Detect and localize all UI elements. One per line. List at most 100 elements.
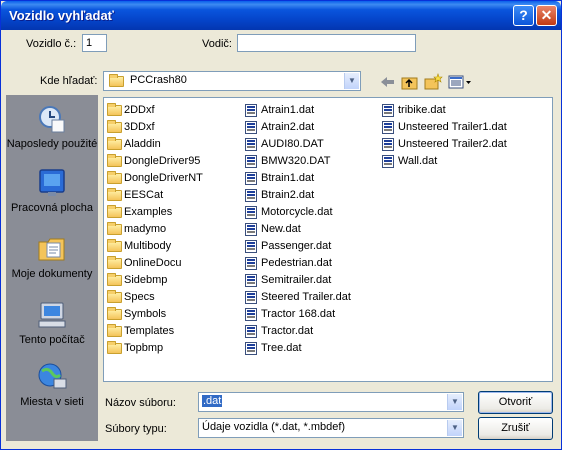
file-item[interactable]: BMW320.DAT — [243, 153, 351, 170]
folder-item[interactable]: Topbmp — [106, 340, 203, 357]
help-button[interactable]: ? — [513, 5, 534, 26]
item-label: Topbmp — [124, 342, 164, 354]
chevron-down-icon[interactable]: ▼ — [447, 420, 462, 436]
dat-file-icon — [245, 308, 257, 321]
file-item[interactable]: tribike.dat — [380, 102, 507, 119]
folder-item[interactable]: Multibody — [106, 238, 203, 255]
file-item[interactable]: Tractor 168.dat — [243, 306, 351, 323]
view-menu-button[interactable] — [447, 73, 473, 91]
folder-icon — [109, 74, 124, 87]
folder-item[interactable]: Templates — [106, 323, 203, 340]
place-my-documents[interactable]: Moje dokumenty — [6, 233, 98, 280]
chevron-down-icon[interactable]: ▼ — [447, 394, 462, 410]
file-item[interactable]: Atrain2.dat — [243, 119, 351, 136]
item-label: Wall.dat — [398, 155, 438, 167]
cancel-button[interactable]: Zrušiť — [478, 417, 553, 440]
new-folder-button[interactable] — [423, 73, 443, 91]
desktop-icon — [36, 167, 68, 199]
file-item[interactable]: Wall.dat — [380, 153, 507, 170]
file-item[interactable]: Passenger.dat — [243, 238, 351, 255]
item-label: Templates — [124, 325, 175, 337]
vehicle-number-field[interactable]: 1 — [82, 34, 107, 52]
folder-item[interactable]: 2DDxf — [106, 102, 203, 119]
file-item[interactable]: New.dat — [243, 221, 351, 238]
driver-label: Vodič: — [202, 38, 232, 50]
file-item[interactable]: Tree.dat — [243, 340, 351, 357]
folder-item[interactable]: EESCat — [106, 187, 203, 204]
file-item[interactable]: Btrain1.dat — [243, 170, 351, 187]
file-item[interactable]: Unsteered Trailer2.dat — [380, 136, 507, 153]
folder-icon — [107, 137, 122, 150]
folder-item[interactable]: Aladdin — [106, 136, 203, 153]
folder-item[interactable]: DongleDriverNT — [106, 170, 203, 187]
item-label: madymo — [124, 223, 167, 235]
place-network[interactable]: Miesta v sieti — [6, 361, 98, 408]
item-label: Semitrailer.dat — [261, 274, 332, 286]
place-recent[interactable]: Naposledy použité — [6, 103, 98, 150]
item-label: AUDI80.DAT — [261, 138, 324, 150]
item-label: Symbols — [124, 308, 167, 320]
new-folder-icon — [424, 73, 443, 90]
folder-item[interactable]: Examples — [106, 204, 203, 221]
dat-file-icon — [245, 206, 257, 219]
folder-icon — [107, 341, 122, 354]
dat-file-icon — [245, 274, 257, 287]
chevron-down-icon[interactable]: ▼ — [344, 73, 359, 89]
dat-file-icon — [245, 223, 257, 236]
dat-file-icon — [245, 155, 257, 168]
dat-file-icon — [245, 240, 257, 253]
up-folder-button[interactable] — [400, 73, 420, 91]
item-label: EESCat — [124, 189, 164, 201]
folder-item[interactable]: Specs — [106, 289, 203, 306]
item-label: Unsteered Trailer2.dat — [398, 138, 507, 150]
title-bar[interactable]: Vozidlo vyhľadať ? ✕ — [1, 1, 561, 30]
place-my-computer[interactable]: Tento počítač — [6, 299, 98, 346]
item-label: Pedestrian.dat — [261, 257, 332, 269]
file-item[interactable]: Motorcycle.dat — [243, 204, 351, 221]
back-button[interactable] — [377, 73, 397, 91]
file-item[interactable]: Semitrailer.dat — [243, 272, 351, 289]
place-label: Naposledy použité — [6, 138, 98, 150]
item-label: Examples — [124, 206, 173, 218]
file-name-value[interactable]: .dat — [202, 395, 223, 407]
file-list[interactable]: 2DDxf 3DDxf Aladdin DongleDriver95 DongleDri… — [103, 97, 553, 382]
folder-item[interactable]: OnlineDocu — [106, 255, 203, 272]
dat-file-icon — [245, 342, 257, 355]
dat-file-icon — [382, 155, 394, 168]
item-label: Aladdin — [124, 138, 161, 150]
folder-item[interactable]: DongleDriver95 — [106, 153, 203, 170]
look-in-combo[interactable]: PCCrash80 ▼ — [103, 71, 361, 91]
item-label: Sidebmp — [124, 274, 168, 286]
dat-file-icon — [245, 325, 257, 338]
dat-file-icon — [245, 121, 257, 134]
item-label: OnlineDocu — [124, 257, 182, 269]
my-documents-icon — [36, 233, 68, 265]
driver-field[interactable] — [237, 34, 416, 52]
item-label: Specs — [124, 291, 155, 303]
vehicle-number-label: Vozidlo č.: — [26, 38, 77, 50]
file-type-combo[interactable]: Údaje vozidla (*.dat, *.mbdef) ▼ — [198, 418, 464, 438]
folder-icon — [107, 103, 122, 116]
file-item[interactable]: Tractor.dat — [243, 323, 351, 340]
dat-file-icon — [245, 138, 257, 151]
folder-item[interactable]: Sidebmp — [106, 272, 203, 289]
file-item[interactable]: Unsteered Trailer1.dat — [380, 119, 507, 136]
item-label: Motorcycle.dat — [261, 206, 333, 218]
file-item[interactable]: Atrain1.dat — [243, 102, 351, 119]
open-button[interactable]: Otvoriť — [478, 391, 553, 414]
folder-icon — [107, 188, 122, 201]
folder-item[interactable]: madymo — [106, 221, 203, 238]
folder-item[interactable]: 3DDxf — [106, 119, 203, 136]
folder-item[interactable]: Symbols — [106, 306, 203, 323]
close-button[interactable]: ✕ — [536, 5, 557, 26]
item-label: tribike.dat — [398, 104, 446, 116]
file-item[interactable]: Btrain2.dat — [243, 187, 351, 204]
file-item[interactable]: Steered Trailer.dat — [243, 289, 351, 306]
folder-icon — [107, 324, 122, 337]
file-item[interactable]: Pedestrian.dat — [243, 255, 351, 272]
file-column: 2DDxf 3DDxf Aladdin DongleDriver95 DongleDri… — [106, 102, 203, 357]
place-desktop[interactable]: Pracovná plocha — [6, 167, 98, 214]
item-label: Steered Trailer.dat — [261, 291, 351, 303]
file-name-combo[interactable]: .dat ▼ — [198, 392, 464, 412]
file-item[interactable]: AUDI80.DAT — [243, 136, 351, 153]
